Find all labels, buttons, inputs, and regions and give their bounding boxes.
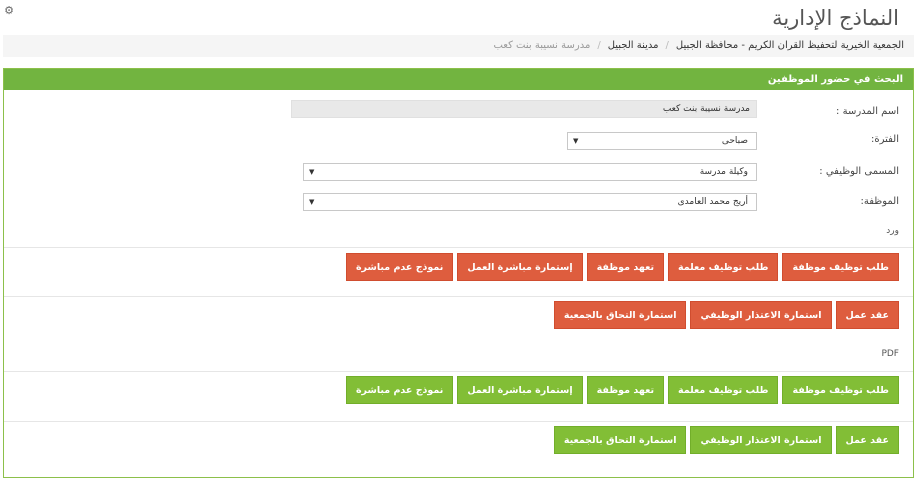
search-panel: البحث في حضور الموظفين اسم المدرسة : مدر… <box>3 68 914 478</box>
word-job-apology-form-button[interactable]: استمارة الاعتذار الوظيفي <box>690 301 832 329</box>
employee-label: الموظفة: <box>860 196 899 207</box>
breadcrumb: الجمعية الخيرية لتحفيظ القران الكريم - م… <box>3 35 914 57</box>
pdf-employee-request-button[interactable]: طلب توظيف موظفة <box>782 376 899 404</box>
word-work-start-form-button[interactable]: إستمارة مباشرة العمل <box>457 253 583 281</box>
word-teacher-request-button[interactable]: طلب توظيف معلمة <box>668 253 779 281</box>
school-label: اسم المدرسة : <box>836 106 899 117</box>
job-title-select[interactable]: وكيلة مدرسة ▼ <box>303 163 757 181</box>
pdf-teacher-request-button[interactable]: طلب توظيف معلمة <box>668 376 779 404</box>
job-title-label: المسمى الوظيفي : <box>819 166 899 177</box>
pdf-employee-pledge-button[interactable]: تعهد موظفة <box>586 376 665 404</box>
job-title-select-value: وكيلة مدرسة <box>699 167 748 177</box>
word-employee-request-button[interactable]: طلب توظيف موظفة <box>782 253 899 281</box>
word-buttons-row-2: عقد عمل استمارة الاعتذار الوظيفي استمارة… <box>553 301 899 329</box>
caret-down-icon: ▼ <box>309 198 315 206</box>
breadcrumb-separator: / <box>665 40 669 51</box>
word-employee-pledge-button[interactable]: تعهد موظفة <box>586 253 665 281</box>
caret-down-icon: ▼ <box>309 168 315 176</box>
employee-select[interactable]: أريج محمد العامدى ▼ <box>303 193 757 211</box>
breadcrumb-item-association[interactable]: الجمعية الخيرية لتحفيظ القران الكريم - م… <box>676 40 904 51</box>
breadcrumb-item-school: مدرسة نسيبة بنت كعب <box>493 40 591 51</box>
settings-icon[interactable]: ⚙ <box>2 4 16 18</box>
divider <box>4 371 913 372</box>
period-select-value: صباحى <box>721 136 748 146</box>
school-input: مدرسة نسيبة بنت كعب <box>291 100 757 118</box>
breadcrumb-item-city[interactable]: مدينة الجبيل <box>608 40 659 51</box>
divider <box>4 296 913 297</box>
pdf-buttons-row-1: طلب توظيف موظفة طلب توظيف معلمة تعهد موظ… <box>345 376 899 404</box>
caret-down-icon: ▼ <box>573 137 579 145</box>
divider <box>4 421 913 422</box>
word-association-join-form-button[interactable]: استمارة التحاق بالجمعية <box>553 301 687 329</box>
word-buttons-row-1: طلب توظيف موظفة طلب توظيف معلمة تعهد موظ… <box>345 253 899 281</box>
pdf-work-contract-button[interactable]: عقد عمل <box>835 426 899 454</box>
word-work-contract-button[interactable]: عقد عمل <box>835 301 899 329</box>
pdf-association-join-form-button[interactable]: استمارة التحاق بالجمعية <box>553 426 687 454</box>
period-label: الفترة: <box>870 134 899 145</box>
divider <box>4 247 913 248</box>
pdf-non-start-form-button[interactable]: نموذج عدم مباشرة <box>345 376 454 404</box>
pdf-section-label: PDF <box>881 349 899 359</box>
word-section-label: ورد <box>886 226 899 236</box>
pdf-work-start-form-button[interactable]: إستمارة مباشرة العمل <box>457 376 583 404</box>
period-select[interactable]: صباحى ▼ <box>567 132 757 150</box>
employee-select-value: أريج محمد العامدى <box>677 197 748 207</box>
page-title: النماذج الإدارية <box>772 6 899 30</box>
pdf-buttons-row-2: عقد عمل استمارة الاعتذار الوظيفي استمارة… <box>553 426 899 454</box>
pdf-job-apology-form-button[interactable]: استمارة الاعتذار الوظيفي <box>690 426 832 454</box>
word-non-start-form-button[interactable]: نموذج عدم مباشرة <box>345 253 454 281</box>
breadcrumb-separator: / <box>597 40 601 51</box>
panel-title: البحث في حضور الموظفين <box>4 69 913 90</box>
